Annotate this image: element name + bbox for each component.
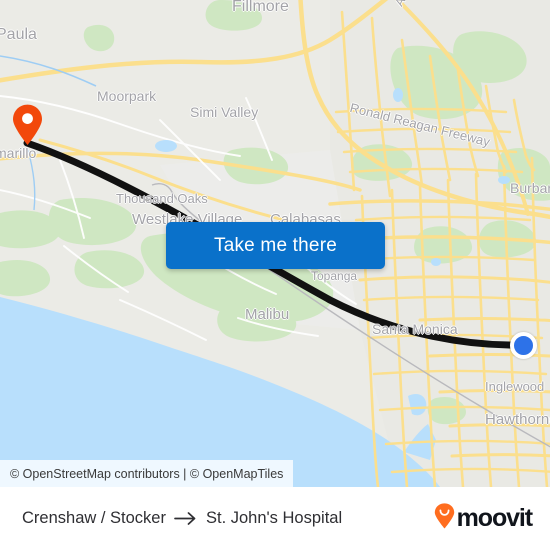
- attribution-text: © OpenStreetMap contributors | © OpenMap…: [10, 466, 284, 481]
- arrow-right-icon: [174, 512, 198, 525]
- map-canvas[interactable]: FillmorePaulaMoorparkSimi ValleyAntelope…: [0, 0, 550, 487]
- map-attribution: © OpenStreetMap contributors | © OpenMap…: [0, 460, 294, 487]
- route-destination-label: St. John's Hospital: [205, 509, 343, 527]
- footer-bar: Crenshaw / Stocker St. John's Hospital m…: [0, 487, 550, 550]
- moovit-trip-map-screen: FillmorePaulaMoorparkSimi ValleyAntelope…: [0, 0, 550, 550]
- origin-pin-marker[interactable]: [12, 104, 43, 146]
- route-origin-label: Crenshaw / Stocker: [22, 509, 166, 527]
- moovit-wordmark: moovit: [456, 504, 533, 532]
- map-pin-icon: [13, 104, 42, 145]
- moovit-pin-icon: [434, 503, 455, 534]
- destination-dot-marker[interactable]: [510, 332, 537, 359]
- take-me-there-button[interactable]: Take me there: [166, 222, 385, 269]
- route-summary: Crenshaw / Stocker St. John's Hospital: [22, 509, 342, 528]
- moovit-logo[interactable]: moovit: [434, 503, 533, 534]
